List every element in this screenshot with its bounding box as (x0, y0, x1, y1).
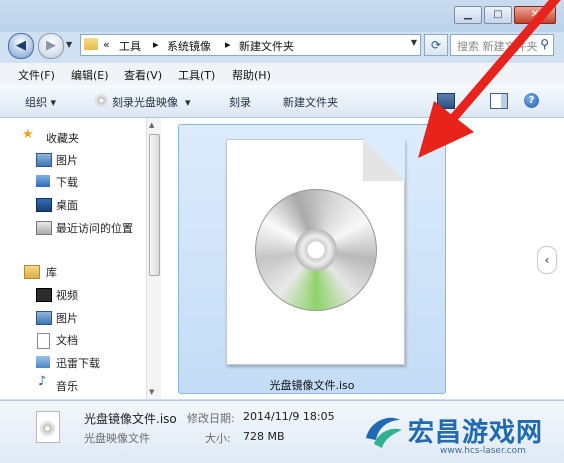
breadcrumb-separator-icon[interactable]: ▸ (225, 38, 231, 51)
nav-item-videos[interactable]: 视频 (56, 287, 78, 303)
watermark-text: 宏昌游戏网 (408, 418, 544, 448)
details-file-name: 光盘镜像文件.iso (84, 412, 177, 426)
close-button[interactable]: ✕ (514, 6, 556, 24)
library-icon (24, 265, 40, 279)
back-button[interactable]: ◀ (8, 33, 34, 59)
history-dropdown-icon[interactable]: ▼ (66, 40, 72, 49)
menu-file[interactable]: 文件(F) (18, 67, 55, 83)
recent-places-icon (36, 221, 52, 235)
caption-buttons: ▁ □ ✕ (452, 6, 556, 24)
pictures-icon (36, 311, 52, 325)
nav-item-pictures[interactable]: 图片 (56, 152, 78, 168)
burn-image-button[interactable]: 刻录光盘映像 ▾ (112, 94, 191, 110)
watermark: 宏昌游戏网 www.hcs-laser.com (360, 408, 564, 462)
breadcrumb-item[interactable]: 新建文件夹 (239, 38, 294, 54)
maximize-icon: □ (493, 9, 503, 20)
breadcrumb-item[interactable]: 系统镜像 (167, 38, 211, 54)
thunder-download-icon (36, 356, 50, 368)
disc-icon (95, 94, 108, 107)
forward-arrow-icon: ▶ (46, 38, 56, 53)
nav-scrollbar[interactable]: ▲ ▼ (146, 118, 161, 399)
menu-tools[interactable]: 工具(T) (178, 67, 215, 83)
details-modified-label: 修改日期: (187, 412, 235, 425)
address-bar[interactable]: « 工具 ▸ 系统镜像 ▸ 新建文件夹 ▼ (80, 34, 421, 56)
breadcrumb-item[interactable]: 工具 (119, 38, 141, 54)
new-folder-button[interactable]: 新建文件夹 (283, 94, 338, 110)
breadcrumb-separator-icon[interactable]: ▸ (153, 38, 159, 51)
iso-file-icon (226, 139, 405, 365)
refresh-button[interactable]: ⟳ (424, 34, 448, 56)
help-icon[interactable]: ? (524, 93, 539, 108)
nav-header-favorites[interactable]: 收藏夹 (46, 130, 79, 146)
favorites-star-icon: ★ (22, 127, 34, 142)
details-size-value: 728 MB (243, 430, 285, 443)
scroll-down-icon[interactable]: ▼ (149, 388, 154, 396)
refresh-icon: ⟳ (430, 38, 442, 52)
page-fold (363, 139, 405, 181)
explorer-window: ▁ □ ✕ ◀ ▶ ▼ « 工具 ▸ 系统镜像 ▸ 新建文件夹 ▼ ⟳ 搜索 新… (0, 0, 564, 463)
videos-icon (36, 288, 52, 302)
details-file-type: 光盘映像文件 (84, 432, 150, 445)
menu-help[interactable]: 帮助(H) (232, 67, 271, 83)
maximize-button[interactable]: □ (484, 6, 512, 24)
disc-icon (40, 421, 55, 436)
organize-label: 组织 (25, 96, 47, 109)
nav-item-music[interactable]: 音乐 (56, 378, 78, 394)
nav-item-documents[interactable]: 文档 (56, 332, 78, 348)
details-size-label: 大小: (205, 432, 231, 445)
nav-header-library[interactable]: 库 (46, 264, 57, 280)
breadcrumb-overflow[interactable]: « (103, 38, 110, 51)
file-list-pane: 光盘镜像文件.iso ‹ (161, 118, 564, 399)
back-arrow-icon: ◀ (16, 38, 26, 53)
desktop-icon (36, 198, 52, 212)
title-bar: ▁ □ ✕ (0, 0, 564, 32)
nav-item-library-pictures[interactable]: 图片 (56, 310, 78, 326)
file-item-selected[interactable]: 光盘镜像文件.iso (178, 124, 446, 394)
watermark-url: www.hcs-laser.com (440, 446, 526, 456)
burn-image-label: 刻录光盘映像 (112, 96, 178, 109)
nav-item-thunder[interactable]: 迅雷下载 (56, 355, 100, 371)
disc-icon (255, 189, 377, 311)
command-bar: 组织 ▾ 刻录光盘映像 ▾ 刻录 新建文件夹 ? (0, 85, 564, 118)
details-modified-value: 2014/11/9 18:05 (243, 410, 335, 423)
file-name-label: 光盘镜像文件.iso (269, 379, 355, 392)
navigation-pane: ★ 收藏夹 图片 下载 桌面 最近访问的位置 库 视频 图片 文档 迅雷下载 ♪… (0, 118, 161, 399)
menu-bar: 文件(F) 编辑(E) 查看(V) 工具(T) 帮助(H) (0, 62, 564, 85)
scroll-up-icon[interactable]: ▲ (149, 121, 154, 129)
scroll-thumb[interactable] (149, 134, 160, 276)
burn-button[interactable]: 刻录 (229, 94, 251, 110)
minimize-button[interactable]: ▁ (454, 6, 482, 24)
preview-pane-icon[interactable] (490, 93, 508, 109)
disc-hub (295, 229, 337, 271)
folder-icon (84, 38, 98, 50)
menu-edit[interactable]: 编辑(E) (71, 67, 109, 83)
forward-button[interactable]: ▶ (38, 33, 64, 59)
search-input[interactable]: 搜索 新建文件夹 ⚲ (450, 34, 554, 56)
view-options-icon[interactable] (437, 93, 455, 109)
search-icon[interactable]: ⚲ (540, 37, 549, 51)
close-icon: ✕ (530, 9, 540, 20)
search-placeholder: 搜索 新建文件夹 (457, 40, 538, 53)
menu-view[interactable]: 查看(V) (124, 67, 162, 83)
documents-icon (37, 333, 50, 349)
nav-item-desktop[interactable]: 桌面 (56, 197, 78, 213)
minimize-icon: ▁ (464, 9, 472, 20)
iso-file-icon (36, 411, 60, 443)
address-dropdown-icon[interactable]: ▼ (411, 38, 417, 47)
music-icon: ♪ (38, 374, 47, 389)
nav-item-downloads[interactable]: 下载 (56, 174, 78, 190)
downloads-icon (36, 175, 50, 187)
chevron-left-icon[interactable]: ‹ (537, 246, 557, 274)
organize-button[interactable]: 组织 ▾ (25, 94, 56, 110)
pictures-icon (36, 153, 52, 167)
watermark-logo (366, 417, 402, 448)
nav-item-recent[interactable]: 最近访问的位置 (56, 220, 133, 236)
